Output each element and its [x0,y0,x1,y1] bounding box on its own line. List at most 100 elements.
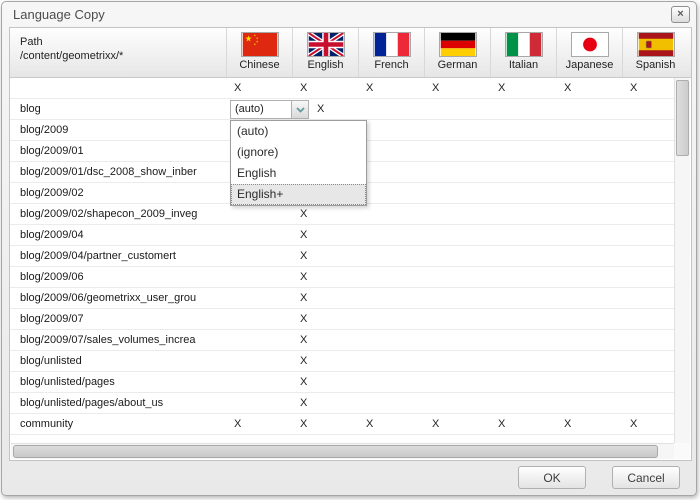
mark-cell[interactable]: X [292,372,358,392]
path-cell[interactable]: blog/unlisted/pages [10,372,226,392]
mark-cell[interactable] [490,162,556,182]
mark-cell[interactable] [556,393,622,413]
mark-cell[interactable] [556,267,622,287]
mark-cell[interactable] [490,330,556,350]
mark-cell[interactable] [226,309,292,329]
mark-cell[interactable] [490,246,556,266]
mark-cell[interactable] [490,309,556,329]
close-button[interactable]: × [671,6,690,23]
column-header-italian[interactable]: Italian [490,28,556,77]
path-cell[interactable]: blog/2009/04/partner_customert [10,246,226,266]
language-select[interactable]: (auto) [230,100,309,119]
column-header-english[interactable]: English [292,28,358,77]
mark-cell[interactable] [556,288,622,308]
path-cell[interactable]: blog/2009/01/dsc_2008_show_inber [10,162,226,182]
vertical-scrollbar[interactable] [674,78,690,443]
mark-cell[interactable]: X [292,393,358,413]
mark-cell[interactable] [226,372,292,392]
mark-cell[interactable]: X [292,267,358,287]
mark-cell[interactable] [358,99,424,119]
mark-cell[interactable] [358,162,424,182]
mark-cell[interactable] [424,288,490,308]
mark-cell[interactable] [424,246,490,266]
mark-cell[interactable] [490,99,556,119]
mark-cell[interactable]: X [226,414,292,434]
mark-cell[interactable]: X [292,246,358,266]
mark-cell[interactable] [556,204,622,224]
mark-cell[interactable] [424,351,490,371]
mark-cell[interactable] [424,225,490,245]
mark-cell[interactable] [424,162,490,182]
column-header-japanese[interactable]: Japanese [556,28,622,77]
mark-cell[interactable] [226,267,292,287]
path-cell[interactable]: blog/unlisted/pages/about_us [10,393,226,413]
mark-cell[interactable] [358,204,424,224]
path-cell[interactable]: blog/2009/07/sales_volumes_increa [10,330,226,350]
mark-cell[interactable] [226,393,292,413]
mark-cell[interactable]: X [292,330,358,350]
mark-cell[interactable] [424,309,490,329]
mark-cell[interactable] [556,162,622,182]
mark-cell[interactable] [424,141,490,161]
mark-cell[interactable] [490,393,556,413]
mark-cell[interactable]: X [226,78,292,98]
horizontal-scrollbar-thumb[interactable] [13,445,658,458]
path-cell[interactable] [10,78,226,98]
mark-cell[interactable] [358,141,424,161]
mark-cell[interactable] [556,372,622,392]
mark-cell[interactable] [358,225,424,245]
mark-cell[interactable] [358,288,424,308]
chevron-down-icon[interactable] [291,100,309,119]
mark-cell[interactable] [358,267,424,287]
mark-cell[interactable]: X [292,204,358,224]
mark-cell[interactable] [424,393,490,413]
mark-cell[interactable] [556,351,622,371]
mark-cell[interactable] [358,183,424,203]
mark-cell[interactable] [490,183,556,203]
path-cell[interactable]: blog/2009/04 [10,225,226,245]
mark-cell[interactable] [556,330,622,350]
mark-cell[interactable]: X [292,351,358,371]
mark-cell[interactable] [490,120,556,140]
mark-cell[interactable]: X [490,414,556,434]
mark-cell[interactable] [358,330,424,350]
mark-cell[interactable] [556,120,622,140]
path-cell[interactable]: blog/2009/07 [10,309,226,329]
path-cell[interactable]: blog/2009 [10,120,226,140]
mark-cell[interactable] [490,288,556,308]
mark-cell[interactable] [424,204,490,224]
ok-button[interactable]: OK [518,466,586,489]
mark-cell[interactable] [226,204,292,224]
mark-cell[interactable]: X [490,78,556,98]
mark-cell[interactable] [226,351,292,371]
mark-cell[interactable] [424,330,490,350]
mark-cell[interactable] [358,351,424,371]
mark-cell[interactable]: X [358,414,424,434]
mark-cell[interactable] [226,246,292,266]
mark-cell[interactable] [358,309,424,329]
mark-cell[interactable] [556,99,622,119]
mark-cell[interactable] [226,225,292,245]
path-cell[interactable]: blog/2009/06/geometrixx_user_grou [10,288,226,308]
mark-cell[interactable] [358,120,424,140]
mark-cell[interactable] [556,225,622,245]
mark-cell[interactable]: X [424,414,490,434]
mark-cell[interactable] [556,183,622,203]
mark-cell[interactable]: X [292,225,358,245]
column-header-chinese[interactable]: Chinese [226,28,292,77]
column-header-french[interactable]: French [358,28,424,77]
mark-cell[interactable] [424,99,490,119]
mark-cell[interactable] [358,372,424,392]
mark-cell[interactable] [556,246,622,266]
dropdown-option[interactable]: English+ [231,184,366,205]
path-cell[interactable]: blog/unlisted [10,351,226,371]
mark-cell[interactable] [490,351,556,371]
path-cell[interactable]: blog/2009/02/shapecon_2009_inveg [10,204,226,224]
path-cell[interactable]: blog/2009/06 [10,267,226,287]
dropdown-option[interactable]: (ignore) [231,142,366,163]
mark-cell[interactable] [556,141,622,161]
mark-cell[interactable] [490,204,556,224]
mark-cell[interactable] [556,309,622,329]
dropdown-option[interactable]: English [231,163,366,184]
mark-cell[interactable]: X [292,78,358,98]
